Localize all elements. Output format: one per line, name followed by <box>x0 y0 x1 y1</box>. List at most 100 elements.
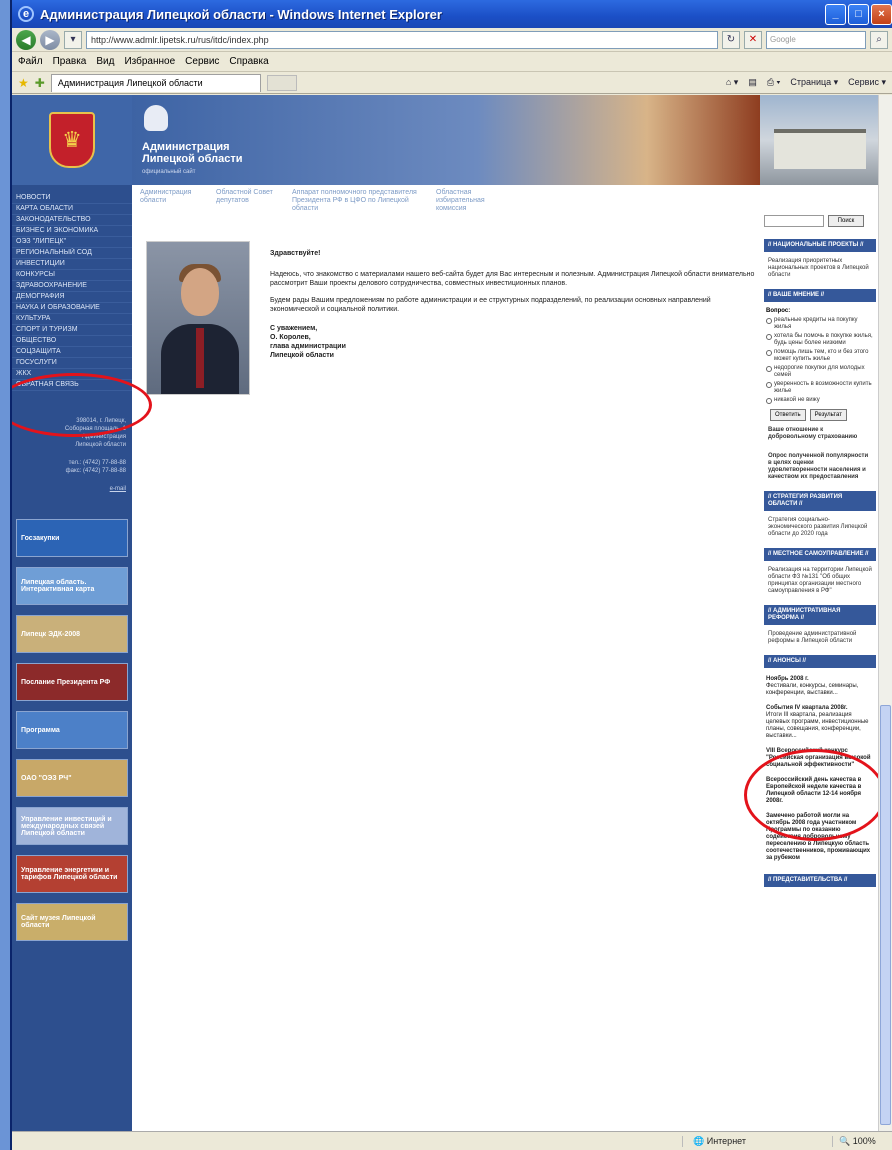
poll-option[interactable]: уверенность в возможности купить жилье <box>760 380 880 396</box>
news-item[interactable]: VIII Всероссийский конкурс "Российская о… <box>760 744 880 773</box>
left-nav-item[interactable]: ОЭЗ "Липецк" <box>12 237 132 248</box>
poll-option[interactable]: никакой не вижу <box>760 396 880 405</box>
page-menu[interactable]: Страница ▾ <box>790 77 838 88</box>
strategy-text[interactable]: Стратегия социально-экономического разви… <box>760 515 880 540</box>
search-icon[interactable]: ⌕ <box>870 30 888 49</box>
news-text: Фестивали, конкурсы, семинары, конференц… <box>766 683 859 696</box>
left-banner[interactable]: Управление инвестиций и международных св… <box>16 807 128 845</box>
section-national[interactable]: // Национальные проекты // <box>764 239 876 252</box>
home-icon[interactable]: ⌂ ▾ <box>726 77 738 88</box>
search-input[interactable]: Google <box>766 30 866 49</box>
menu-tools[interactable]: Сервис <box>185 56 219 67</box>
radio-icon[interactable] <box>766 382 772 388</box>
radio-icon[interactable] <box>766 334 772 340</box>
scrollbar-thumb[interactable] <box>880 705 891 1125</box>
print-icon[interactable]: ⎙ ▾ <box>767 77 780 88</box>
news-item[interactable]: Ноябрь 2008 г. Фестивали, конкурсы, семин… <box>760 672 880 701</box>
poll-option[interactable]: реальные кредиты на покупку жилья <box>760 316 880 332</box>
national-text[interactable]: Реализация приоритетных национальных про… <box>760 256 880 281</box>
topnav-council[interactable]: Областной Совет депутатов <box>216 189 278 227</box>
menu-favorites[interactable]: Избранное <box>124 56 175 67</box>
left-nav-item[interactable]: Общество <box>12 336 132 347</box>
left-banner[interactable]: Сайт музея Липецкой области <box>16 903 128 941</box>
left-banner[interactable]: Управление энергетики и тарифов Липецкой… <box>16 855 128 893</box>
menu-edit[interactable]: Правка <box>53 56 87 67</box>
add-favorites-icon[interactable]: ✚ <box>35 76 45 90</box>
radio-icon[interactable] <box>766 398 772 404</box>
radio-icon[interactable] <box>766 366 772 372</box>
url-field[interactable]: http://www.admlr.lipetsk.ru/rus/itdc/ind… <box>86 30 718 49</box>
minimize-button[interactable]: _ <box>825 3 846 25</box>
poll-option[interactable]: хотела бы помочь в покупке жилья, будь ц… <box>760 332 880 348</box>
news-item[interactable]: Всероссийский день качества в Европейско… <box>760 773 880 809</box>
news-text: Итоги III квартала, реализация целевых п… <box>766 712 869 739</box>
poll-option[interactable]: помощь лишь тем, кто и без этого может к… <box>760 348 880 364</box>
left-nav-item[interactable]: ЖКХ <box>12 369 132 380</box>
poll-vote-button[interactable]: Ответить <box>770 409 806 421</box>
left-nav-item[interactable]: Демография <box>12 292 132 303</box>
news-item[interactable]: События IV квартала 2008г. Итоги III квар… <box>760 701 880 744</box>
left-banner[interactable]: Программа <box>16 711 128 749</box>
admin-reform-text[interactable]: Проведение административной реформы в Ли… <box>760 629 880 647</box>
section-local[interactable]: // Местное самоуправление // <box>764 548 876 561</box>
section-admin-reform[interactable]: // Административная реформа // <box>764 605 876 625</box>
section-strategy[interactable]: // Стратегия развития области // <box>764 491 876 511</box>
stop-icon[interactable]: ✕ <box>744 30 762 49</box>
vertical-scrollbar[interactable] <box>878 95 892 1131</box>
section-last[interactable]: // Представительства // <box>764 874 876 887</box>
poll-link-2[interactable]: Опрос полученной популярности в целях оц… <box>760 451 880 483</box>
poll-results-button[interactable]: Результат <box>809 409 847 421</box>
left-banner[interactable]: Госзакупки <box>16 519 128 557</box>
back-button[interactable]: ◀ <box>16 29 36 50</box>
news-item[interactable]: Замечено работой могли на октябрь 2008 г… <box>760 809 880 866</box>
letter-paragraph-1: Надеюсь, что знакомство с материалами на… <box>270 271 755 287</box>
topnav-envoy[interactable]: Аппарат полномочного представителя Прези… <box>292 189 422 227</box>
left-nav-item[interactable]: Спорт и туризм <box>12 325 132 336</box>
news-head: События IV квартала 2008г. <box>766 705 848 711</box>
left-nav-item[interactable]: Региональный СОД <box>12 248 132 259</box>
left-nav-item[interactable]: Здравоохранение <box>12 281 132 292</box>
radio-icon[interactable] <box>766 350 772 356</box>
tab-active[interactable]: Администрация Липецкой области <box>50 73 261 92</box>
left-nav-item[interactable]: Инвестиции <box>12 259 132 270</box>
menu-help[interactable]: Справка <box>229 56 268 67</box>
left-nav-item[interactable]: Бизнес и экономика <box>12 226 132 237</box>
dropdown-icon[interactable]: ▾ <box>64 30 82 49</box>
topnav-admin[interactable]: Администрация области <box>140 189 202 227</box>
close-button[interactable]: × <box>871 3 892 25</box>
section-announcements: // Анонсы // <box>764 655 876 668</box>
left-nav-item[interactable]: Законодательство <box>12 215 132 226</box>
left-nav-item[interactable]: Новости <box>12 193 132 204</box>
zoom-level[interactable]: 🔍 100% <box>832 1135 892 1147</box>
left-banner[interactable]: Липецкая область. Интерактивная карта <box>16 567 128 605</box>
contact-line[interactable]: e-mail <box>16 485 126 493</box>
menu-view[interactable]: Вид <box>96 56 114 67</box>
favorites-star-icon[interactable]: ★ <box>18 76 29 90</box>
left-nav-item[interactable]: Госуслуги <box>12 358 132 369</box>
poll-link-1[interactable]: Ваше отношение к добровольному страхован… <box>760 425 880 443</box>
feeds-icon[interactable]: ▤ <box>748 77 757 88</box>
radio-icon[interactable] <box>766 318 772 324</box>
news-head: Ноябрь 2008 г. <box>766 676 809 682</box>
refresh-icon[interactable]: ↻ <box>722 30 740 49</box>
poll-option[interactable]: недорогие покупки для молодых семей <box>760 364 880 380</box>
site-title: Администрация Липецкой области <box>142 141 243 165</box>
menu-file[interactable]: Файл <box>18 56 43 67</box>
left-banner[interactable]: ОАО "ОЭЗ РЧ" <box>16 759 128 797</box>
maximize-button[interactable]: □ <box>848 3 869 25</box>
tools-menu[interactable]: Сервис ▾ <box>848 77 886 88</box>
left-banner[interactable]: Послание Президента РФ <box>16 663 128 701</box>
site-search-button[interactable]: Поиск <box>828 215 864 227</box>
left-nav-item[interactable]: Обратная связь <box>12 380 132 391</box>
topnav-election[interactable]: Областная избирательная комиссия <box>436 189 498 227</box>
left-nav-item[interactable]: Конкурсы <box>12 270 132 281</box>
left-nav-item[interactable]: Карта области <box>12 204 132 215</box>
left-nav-item[interactable]: Культура <box>12 314 132 325</box>
new-tab-button[interactable] <box>266 74 297 91</box>
left-nav-item[interactable]: Наука и образование <box>12 303 132 314</box>
site-search-input[interactable] <box>764 215 824 227</box>
forward-button[interactable]: ▶ <box>40 29 60 50</box>
local-text[interactable]: Реализация на территории Липецкой област… <box>760 565 880 597</box>
left-banner[interactable]: Липецк ЭДК-2008 <box>16 615 128 653</box>
left-nav-item[interactable]: Соцзащита <box>12 347 132 358</box>
